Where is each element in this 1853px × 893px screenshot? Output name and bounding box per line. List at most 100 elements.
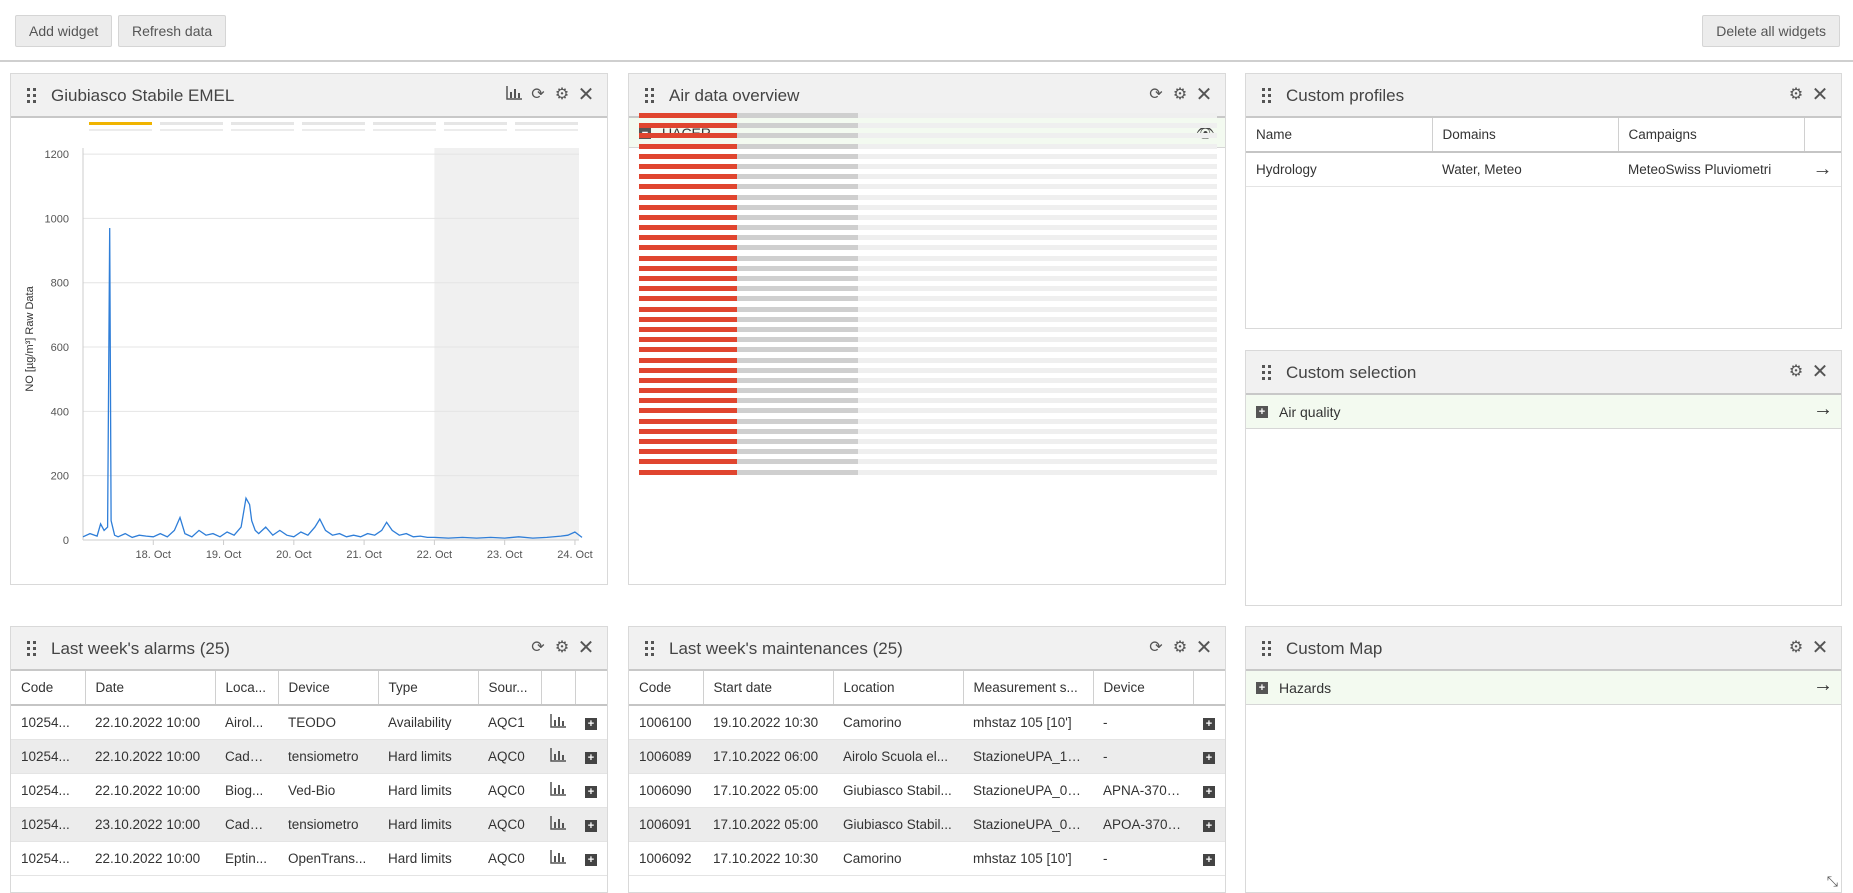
status-bar-row[interactable] <box>639 449 1217 455</box>
status-bar-row[interactable] <box>639 153 1217 159</box>
expand-icon[interactable]: + <box>575 739 607 774</box>
drag-handle-icon[interactable] <box>1262 641 1272 657</box>
status-bar-row[interactable] <box>639 306 1217 312</box>
status-bar-row[interactable] <box>639 367 1217 373</box>
refresh-icon[interactable]: ⟳ <box>529 86 547 104</box>
status-bar-row[interactable] <box>639 225 1217 231</box>
close-icon[interactable]: ✕ <box>1811 85 1829 105</box>
table-row[interactable]: 1006090 17.10.2022 05:00 Giubiasco Stabil.… <box>629 773 1225 808</box>
column-header[interactable]: Domains <box>1432 118 1619 153</box>
expand-icon[interactable]: + <box>1256 406 1268 418</box>
chart-icon[interactable] <box>541 773 575 808</box>
gear-icon[interactable]: ⚙ <box>1787 86 1805 104</box>
table-row[interactable]: 1006089 17.10.2022 06:00 Airolo Scuola el.… <box>629 739 1225 774</box>
status-bar-row[interactable] <box>639 163 1217 169</box>
gear-icon[interactable]: ⚙ <box>1787 363 1805 381</box>
drag-handle-icon[interactable] <box>645 88 655 104</box>
close-icon[interactable]: ✕ <box>1195 85 1213 105</box>
gear-icon[interactable]: ⚙ <box>553 86 571 104</box>
drag-handle-icon[interactable] <box>1262 88 1272 104</box>
status-bar-row[interactable] <box>639 398 1217 404</box>
status-bar-row[interactable] <box>639 194 1217 200</box>
status-bar-row[interactable] <box>639 428 1217 434</box>
widget-header[interactable]: Custom Map ⚙ ✕ <box>1246 627 1841 671</box>
status-bar-row[interactable] <box>639 459 1217 465</box>
status-bar-row[interactable] <box>639 418 1217 424</box>
refresh-data-button[interactable]: Refresh data <box>118 15 227 47</box>
status-bar-row[interactable] <box>639 469 1217 475</box>
column-header[interactable]: Type <box>378 671 479 706</box>
expand-icon[interactable]: + <box>1193 807 1225 842</box>
widget-header[interactable]: Last week's alarms (25) ⟳ ⚙ ✕ <box>11 627 607 671</box>
status-bar-row[interactable] <box>639 255 1217 261</box>
column-header[interactable]: Sour... <box>478 671 542 706</box>
widget-header[interactable]: Giubiasco Stabile EMEL ⟳ ⚙ ✕ <box>11 74 607 118</box>
close-icon[interactable]: ✕ <box>1811 362 1829 382</box>
drag-handle-icon[interactable] <box>1262 365 1272 381</box>
status-bar-row[interactable] <box>639 123 1217 129</box>
status-bar-row[interactable] <box>639 265 1217 271</box>
close-icon[interactable]: ✕ <box>577 85 595 105</box>
status-bar-row[interactable] <box>639 245 1217 251</box>
status-bar-row[interactable] <box>639 388 1217 394</box>
status-bar-row[interactable] <box>639 286 1217 292</box>
status-bar-row[interactable] <box>639 337 1217 343</box>
table-row[interactable]: 10254... 22.10.2022 10:00 Cade... tensiomet… <box>11 739 607 774</box>
arrow-right-icon[interactable]: → <box>1813 398 1833 421</box>
gear-icon[interactable]: ⚙ <box>1171 639 1189 657</box>
status-bar-row[interactable] <box>639 184 1217 190</box>
refresh-icon[interactable]: ⟳ <box>529 639 547 657</box>
table-row[interactable]: 10254... 22.10.2022 10:00 Airol... TEODO Ava… <box>11 705 607 740</box>
column-header[interactable]: Device <box>1093 671 1194 706</box>
column-header[interactable]: Loca... <box>215 671 279 706</box>
arrow-right-icon[interactable]: → <box>1813 674 1833 697</box>
chart-icon[interactable] <box>541 807 575 842</box>
column-header[interactable]: Location <box>833 671 964 706</box>
column-header[interactable]: Date <box>85 671 216 706</box>
expand-icon[interactable]: + <box>575 773 607 808</box>
chart-icon[interactable] <box>505 86 523 104</box>
close-icon[interactable]: ✕ <box>1195 638 1213 658</box>
drag-handle-icon[interactable] <box>27 88 37 104</box>
status-bar-row[interactable] <box>639 357 1217 363</box>
close-icon[interactable]: ✕ <box>1811 638 1829 658</box>
status-bar-row[interactable] <box>639 113 1217 118</box>
expand-icon[interactable]: + <box>1193 773 1225 808</box>
column-header[interactable]: Measurement s... <box>963 671 1094 706</box>
column-header[interactable]: Start date <box>703 671 834 706</box>
map-layer-row[interactable]: + Hazards → <box>1246 671 1841 705</box>
status-bar-row[interactable] <box>639 439 1217 444</box>
table-row[interactable]: 10254... 22.10.2022 10:00 Eptin... OpenTran… <box>11 841 607 876</box>
add-widget-button[interactable]: Add widget <box>15 15 113 47</box>
column-header[interactable]: Code <box>11 671 86 706</box>
status-bar-row[interactable] <box>639 143 1217 149</box>
status-bar-row[interactable] <box>639 204 1217 210</box>
status-bar-row[interactable] <box>639 326 1217 332</box>
table-row[interactable]: 10254... 23.10.2022 10:00 Cade... tensiomet… <box>11 807 607 842</box>
status-bar-row[interactable] <box>639 133 1217 139</box>
gear-icon[interactable]: ⚙ <box>1171 86 1189 104</box>
table-row[interactable]: 1006100 19.10.2022 10:30 Camorino mhstaz 10… <box>629 705 1225 740</box>
table-row[interactable]: Hydrology Water, Meteo MeteoSwiss Pluvio… <box>1246 152 1841 187</box>
widget-header[interactable]: Custom profiles ⚙ ✕ <box>1246 74 1841 118</box>
chart-icon[interactable] <box>541 705 575 740</box>
gear-icon[interactable]: ⚙ <box>553 639 571 657</box>
table-row[interactable]: 1006091 17.10.2022 05:00 Giubiasco Stabil.… <box>629 807 1225 842</box>
status-bar-row[interactable] <box>639 377 1217 383</box>
expand-icon[interactable]: + <box>575 841 607 876</box>
delete-all-widgets-button[interactable]: Delete all widgets <box>1702 15 1840 47</box>
status-bar-row[interactable] <box>639 276 1217 281</box>
expand-icon[interactable]: + <box>575 705 607 740</box>
expand-icon[interactable]: + <box>1256 682 1268 694</box>
column-header[interactable]: Device <box>278 671 379 706</box>
selection-row[interactable]: + Air quality → <box>1246 395 1841 429</box>
drag-handle-icon[interactable] <box>27 641 37 657</box>
expand-icon[interactable]: + <box>1193 739 1225 774</box>
column-header[interactable]: Name <box>1246 118 1433 153</box>
chart-icon[interactable] <box>541 841 575 876</box>
widget-header[interactable]: Custom selection ⚙ ✕ <box>1246 351 1841 395</box>
column-header[interactable]: Code <box>629 671 704 706</box>
arrow-right-icon[interactable]: → <box>1804 152 1841 187</box>
gear-icon[interactable]: ⚙ <box>1787 639 1805 657</box>
chart-icon[interactable] <box>541 739 575 774</box>
